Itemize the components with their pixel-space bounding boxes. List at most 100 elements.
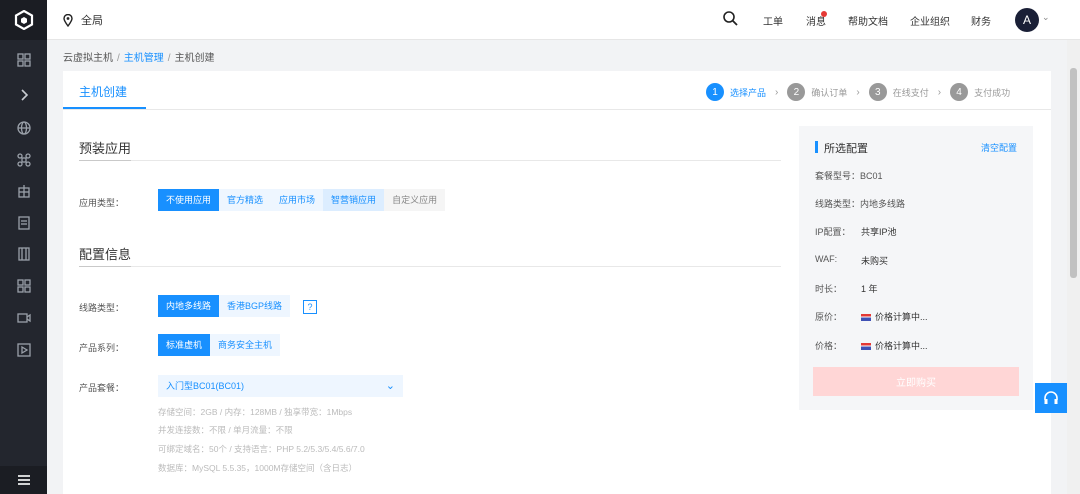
region-selector[interactable]: 全局 (63, 12, 103, 28)
clear-config-link[interactable]: 清空配置 (981, 141, 1017, 154)
chevron-right-icon: › (775, 86, 779, 98)
headset-icon (1044, 391, 1058, 404)
chevron-right-icon: › (937, 86, 942, 98)
package-select[interactable]: 入门型BC01(BC01) ⌄ (158, 375, 403, 397)
buy-now-button[interactable]: 立即购买 (813, 367, 1019, 396)
spec-line: 并发连接数：不限 / 单月流量：不限 (158, 425, 293, 435)
breadcrumb-separator: / (117, 53, 120, 64)
section-divider (79, 266, 781, 267)
option-custom-app[interactable]: 自定义应用 (384, 189, 446, 211)
summary-price-label: 价格： (815, 341, 843, 351)
spec-line: 数据库：MySQL 5.5.35，1000M存储空间（含日志） (158, 463, 358, 473)
summary-card: 所选配置 清空配置 套餐型号：BC01 线路类型：内地多线路 IP配置： 共享I… (799, 126, 1033, 410)
package-select-value: 入门型BC01(BC01) (166, 381, 245, 391)
app-type-options: 不使用应用 官方精选 应用市场 智营销应用 自定义应用 (158, 189, 446, 211)
region-label: 全局 (81, 15, 103, 27)
main-panel: 主机创建 1 选择产品 › 2 确认订单 › 3 在线支付 › 4 支付成功 预装应用 … (63, 71, 1051, 494)
series-options: 标准虚机 商务安全主机 (158, 334, 281, 356)
menu-icon[interactable] (0, 466, 47, 494)
option-business-secure[interactable]: 商务安全主机 (210, 334, 281, 356)
series-label: 产品系列： (79, 343, 125, 353)
summary-original-price-label: 原价： (815, 312, 843, 322)
line-type-options: 内地多线路 香港BGP线路 (158, 295, 291, 317)
summary-duration-label: 时长： (815, 284, 843, 294)
play-icon[interactable] (0, 339, 47, 361)
server-icon[interactable] (0, 243, 47, 265)
spec-line: 可绑定域名：50个 / 支持语言：PHP 5.2/5.3/5.4/5.6/7.0 (158, 444, 365, 454)
step-number: 2 (787, 83, 806, 101)
avatar[interactable]: A (1015, 8, 1039, 32)
chevron-right-icon: › (856, 86, 860, 98)
logo[interactable] (0, 0, 47, 40)
summary-line-type: 线路类型：内地多线路 (815, 199, 906, 209)
summary-original-price: 价格计算中... (861, 310, 928, 323)
nav-help-docs[interactable]: 帮助文档 (848, 13, 888, 28)
sidebar (0, 0, 47, 494)
nav-ticket[interactable]: 工单 (763, 13, 783, 28)
option-official[interactable]: 官方精选 (219, 189, 272, 211)
option-app-market[interactable]: 应用市场 (271, 189, 324, 211)
step-number: 4 (950, 83, 969, 101)
step-label: 确认订单 (811, 87, 848, 98)
chevron-down-icon[interactable]: ⌄ (1042, 12, 1050, 23)
option-no-app[interactable]: 不使用应用 (158, 189, 220, 211)
expand-icon[interactable] (0, 84, 47, 106)
app-type-label: 应用类型： (79, 198, 125, 208)
summary-package: 套餐型号：BC01 (815, 171, 883, 181)
summary-waf-value: 未购买 (861, 256, 889, 266)
breadcrumb-current: 主机创建 (174, 53, 215, 64)
help-icon[interactable]: ? (303, 300, 317, 314)
search-icon[interactable] (723, 11, 738, 29)
tab-divider (63, 109, 1051, 110)
step-label: 支付成功 (974, 87, 1011, 98)
section-title-preinstall: 预装应用 (79, 141, 132, 156)
support-button[interactable] (1035, 383, 1067, 413)
package-label: 产品套餐： (79, 383, 125, 393)
nav-organization[interactable]: 企业组织 (910, 13, 950, 28)
line-type-label: 线路类型： (79, 303, 125, 313)
option-hk-bgp[interactable]: 香港BGP线路 (219, 295, 291, 317)
option-mainland-lines[interactable]: 内地多线路 (158, 295, 220, 317)
logo-icon (14, 10, 33, 30)
section-divider (79, 160, 781, 161)
building-icon[interactable] (0, 180, 47, 202)
summary-waf-label: WAF: (815, 254, 838, 264)
step-select-product: 1 选择产品 (706, 83, 766, 101)
loading-icon (861, 314, 871, 322)
tab-host-create[interactable]: 主机创建 (79, 83, 127, 100)
summary-title: 所选配置 (824, 143, 868, 155)
summary-duration-value: 1 年 (861, 284, 878, 294)
breadcrumb-item[interactable]: 云虚拟主机 (63, 53, 113, 64)
breadcrumb-separator: / (167, 53, 171, 64)
section-title-config: 配置信息 (79, 247, 132, 262)
summary-ip-value: 共享IP池 (861, 227, 897, 237)
scrollbar[interactable] (1067, 40, 1080, 494)
step-payment-success: 4 支付成功 (950, 83, 1010, 101)
grid-icon[interactable] (0, 275, 47, 297)
breadcrumb: 云虚拟主机 / 主机管理 / 主机创建 (63, 49, 215, 64)
breadcrumb-item[interactable]: 主机管理 (124, 53, 164, 64)
dashboard-icon[interactable] (0, 49, 47, 71)
video-icon[interactable] (0, 307, 47, 329)
progress-steps: 1 选择产品 › 2 确认订单 › 3 在线支付 › 4 支付成功 (706, 83, 1010, 101)
step-online-payment: 3 在线支付 (868, 83, 929, 101)
step-label: 在线支付 (892, 87, 929, 98)
original-price-value: 价格计算中... (875, 312, 928, 322)
globe-icon[interactable] (0, 117, 47, 139)
chevron-down-icon: ⌄ (385, 380, 395, 392)
step-confirm-order: 2 确认订单 (787, 83, 847, 101)
option-smart-marketing[interactable]: 智营销应用 (323, 189, 385, 211)
step-number: 3 (868, 83, 887, 101)
step-label: 选择产品 (730, 87, 767, 98)
scrollbar-thumb[interactable] (1070, 68, 1077, 278)
summary-ip-label: IP配置： (815, 227, 851, 237)
notes-icon[interactable] (0, 212, 47, 234)
loading-icon (861, 343, 871, 351)
summary-price: 价格计算中... (861, 339, 928, 352)
nav-finance[interactable]: 财务 (971, 13, 991, 28)
option-standard-vm[interactable]: 标准虚机 (158, 334, 211, 356)
command-icon[interactable] (0, 149, 47, 171)
price-value: 价格计算中... (875, 341, 928, 351)
topbar: 全局 工单 消息 帮助文档 企业组织 财务 A ⌄ (47, 0, 1080, 40)
step-number: 1 (706, 83, 724, 101)
